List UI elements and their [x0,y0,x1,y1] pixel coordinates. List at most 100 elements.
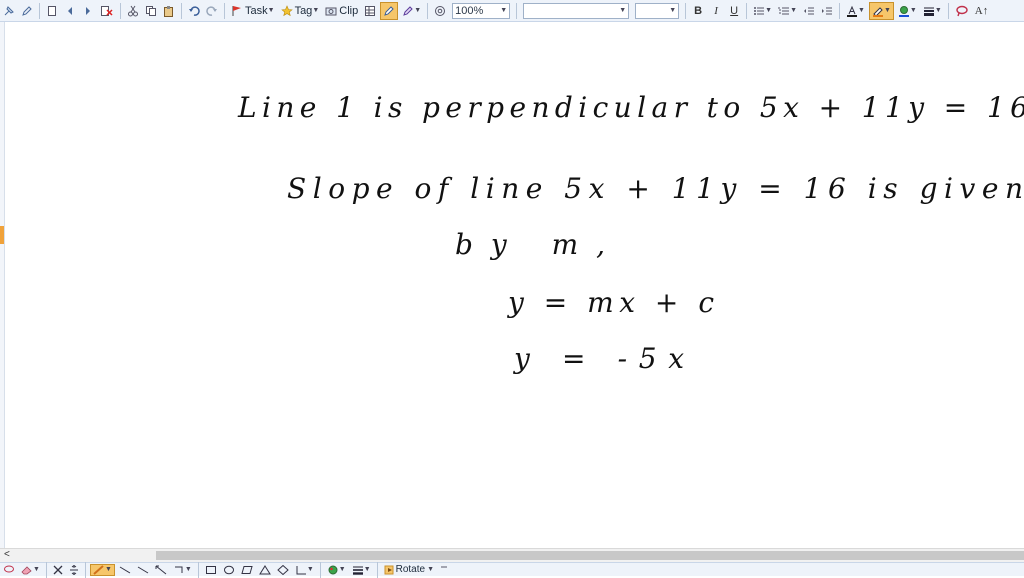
highlighter-icon[interactable]: ▼ [868,1,894,20]
line-width-icon[interactable]: ▼ [921,2,944,20]
outdent-icon[interactable] [801,2,817,20]
dropdown-arrow-icon: ▼ [790,7,798,14]
separator [427,2,429,19]
arrow-line-tool-icon[interactable] [135,564,151,576]
dropdown-arrow-icon: ▼ [306,566,314,573]
undo-icon[interactable] [186,2,202,20]
dropdown-arrow-icon: ▼ [363,566,371,573]
pin-icon[interactable] [1,2,17,20]
triangle-tool-icon[interactable] [257,564,273,576]
separator [685,2,687,19]
previous-page-icon[interactable] [62,2,78,20]
dropdown-arrow-icon: ▼ [765,7,773,14]
left-margin-strip [0,22,5,548]
insert-space-icon[interactable] [67,564,81,576]
next-page-icon[interactable] [80,2,96,20]
separator [947,2,949,19]
clip-icon [325,7,337,15]
numbered-list-icon[interactable]: ▼ [776,2,799,20]
handwritten-line-3: by m, [455,228,605,261]
task-label: Task [245,4,268,17]
dropdown-arrow-icon: ▼ [619,7,627,14]
delete-icon[interactable] [51,564,65,576]
delete-page-icon[interactable] [98,2,116,20]
connector-tool-icon[interactable]: ▼ [171,564,194,576]
handwritten-line-2-text: Slope of line 5x + 11y = 16 is given [287,172,1023,205]
underline-button[interactable]: U [726,2,742,20]
font-color-icon[interactable]: ▼ [844,2,867,20]
rotate-label: Rotate [395,564,426,575]
line-tool-icon[interactable] [117,564,133,576]
indent-icon[interactable] [819,2,835,20]
axis-tool-icon[interactable]: ▼ [293,564,316,576]
handwriting-layer: Line 1 is perpendicular to 5x + 11y = 16… [237,91,1024,375]
text-size-icon[interactable]: A↑ [973,2,990,20]
stroke-weight-icon[interactable]: ▼ [350,564,373,576]
dropdown-arrow-icon: ▼ [312,7,320,14]
bullet-list-icon[interactable]: ▼ [751,2,774,20]
zoom-select[interactable]: 100% ▼ [450,2,512,20]
tag-button[interactable]: Tag ▼ [279,2,322,20]
separator [319,561,321,578]
eraser-icon[interactable]: ▼ [19,564,42,576]
dropdown-arrow-icon: ▼ [669,7,677,14]
at-icon[interactable] [432,2,448,20]
separator [516,2,518,19]
italic-button[interactable]: I [708,2,724,20]
fill-color-icon[interactable]: ▼ [896,2,919,20]
dropdown-arrow-icon: ▼ [267,7,275,14]
dropdown-arrow-icon: ▼ [184,566,192,573]
pen-options-icon[interactable]: ▼ [400,2,423,20]
scrollbar-thumb[interactable] [156,551,1024,560]
redo-icon[interactable] [204,2,220,20]
zoom-value: 100% [455,4,484,17]
task-button[interactable]: Task ▼ [229,2,277,20]
handwritten-line-2: Slope of line 5x + 11y = 16 is given [287,172,1023,205]
double-arrow-tool-icon[interactable] [153,564,169,576]
paste-icon[interactable] [161,2,177,20]
rotate-button[interactable]: Rotate ▼ [382,564,436,576]
lasso-select-icon[interactable] [1,564,17,576]
color-picker-icon[interactable]: ▼ [325,564,348,576]
dropdown-arrow-icon: ▼ [104,566,112,573]
edit-icon[interactable] [19,2,35,20]
star-icon [280,4,293,16]
dropdown-arrow-icon: ▼ [338,566,346,573]
separator [181,2,182,19]
bold-button[interactable]: B [690,2,706,20]
separator [746,2,748,19]
table-icon[interactable] [362,2,378,20]
toolbar-overflow-icon[interactable] [438,564,450,576]
scroll-left-icon[interactable]: < [4,549,10,560]
rectangle-tool-icon[interactable] [203,564,219,576]
diamond-tool-icon[interactable] [275,564,291,576]
parallelogram-tool-icon[interactable] [239,564,255,576]
tag-label: Tag [294,4,313,17]
font-size-select[interactable]: ▼ [633,2,681,20]
lasso-icon[interactable] [953,2,971,20]
dropdown-arrow-icon: ▼ [427,566,435,573]
cut-icon[interactable] [125,2,141,20]
flag-icon [232,5,241,16]
rotate-icon [384,565,394,574]
pen-tool-icon[interactable]: ▼ [89,563,115,576]
separator [224,2,225,19]
copy-icon[interactable] [143,2,159,20]
separator [39,2,40,19]
separator [376,561,378,578]
note-canvas[interactable]: Line 1 is perpendicular to 5x + 11y = 16… [0,22,1024,548]
page-marker [0,226,4,244]
horizontal-scrollbar[interactable]: < [0,548,1024,562]
dropdown-arrow-icon: ▼ [33,566,40,573]
dropdown-arrow-icon: ▼ [909,7,917,14]
dropdown-arrow-icon: ▼ [858,7,865,14]
pen-mode-icon[interactable] [380,1,399,20]
dropdown-arrow-icon: ▼ [883,7,891,14]
handwritten-line-3-text: by m, [455,228,605,261]
new-page-icon[interactable] [44,2,60,20]
clip-button[interactable]: Clip [323,2,360,20]
font-name-select[interactable]: ▼ [521,2,631,20]
handwritten-line-5: y = -5x [512,342,684,375]
dropdown-arrow-icon: ▼ [414,7,422,14]
ellipse-tool-icon[interactable] [221,564,237,576]
